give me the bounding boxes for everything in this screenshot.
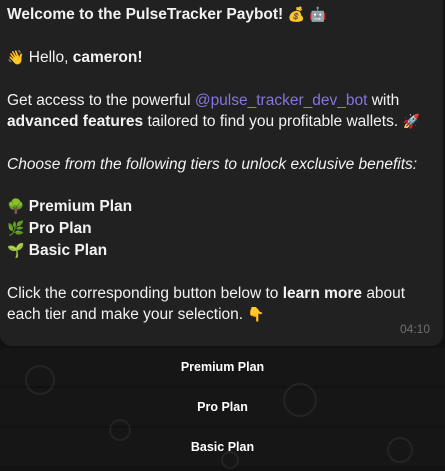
- click-paragraph: Click the corresponding button below to …: [7, 283, 436, 326]
- learn-more-text: learn more: [282, 285, 362, 302]
- tier-label-basic: Basic Plan: [28, 242, 108, 259]
- premium-plan-button-label: Premium Plan: [180, 360, 265, 374]
- greeting-line: 👋 Hello, cameron!: [7, 47, 436, 69]
- herb-icon: 🌿: [7, 221, 25, 237]
- access-text-1: Get access to the powerful: [7, 92, 191, 109]
- basic-plan-button[interactable]: Basic Plan: [0, 428, 445, 466]
- seedling-icon: 🌱: [7, 243, 25, 259]
- bot-message-bubble: Welcome to the PulseTracker Paybot! 💰 🤖 …: [0, 0, 443, 346]
- tier-line-premium: 🌳 Premium Plan: [7, 196, 436, 218]
- greeting-name: cameron!: [72, 49, 143, 66]
- access-text-3: tailored to find you profitable wallets.: [147, 113, 399, 130]
- chat-window: Welcome to the PulseTracker Paybot! 💰 🤖 …: [0, 0, 445, 471]
- tier-line-pro: 🌿 Pro Plan: [7, 218, 436, 240]
- message-time: 04:10: [399, 322, 430, 336]
- tier-label-pro: Pro Plan: [28, 220, 92, 237]
- tier-line-basic: 🌱 Basic Plan: [7, 240, 436, 262]
- advanced-features-text: advanced features: [7, 113, 144, 130]
- click-text-1: Click the corresponding button below to: [7, 285, 279, 302]
- access-text-2: with: [371, 92, 400, 109]
- pro-plan-button-label: Pro Plan: [197, 400, 248, 414]
- pointing-down-icon: 👇: [247, 307, 265, 323]
- basic-plan-button-label: Basic Plan: [190, 440, 255, 454]
- waving-hand-icon: 👋: [7, 50, 25, 66]
- tier-label-premium: Premium Plan: [28, 198, 133, 215]
- pro-plan-button[interactable]: Pro Plan: [0, 388, 445, 426]
- premium-plan-button[interactable]: Premium Plan: [0, 348, 445, 386]
- money-bag-robot-icon: 💰 🤖: [287, 7, 327, 23]
- bot-mention-link[interactable]: @pulse_tracker_dev_bot: [195, 92, 368, 109]
- message-title: Welcome to the PulseTracker Paybot!: [7, 6, 284, 23]
- tree-icon: 🌳: [7, 199, 25, 215]
- choose-text: Choose from the following tiers to unloc…: [7, 156, 418, 173]
- message-title-line: Welcome to the PulseTracker Paybot! 💰 🤖: [7, 4, 436, 26]
- rocket-icon: 🚀: [402, 114, 420, 130]
- greeting-prefix: Hello,: [28, 49, 69, 66]
- access-paragraph: Get access to the powerful @pulse_tracke…: [7, 90, 436, 133]
